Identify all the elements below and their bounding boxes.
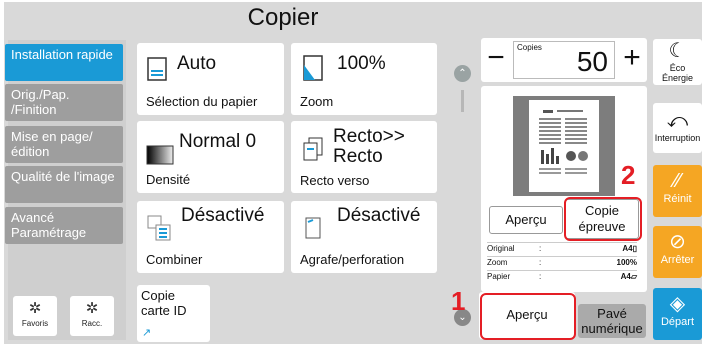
- zoom-value: 100%: [337, 53, 386, 74]
- energy-saver-button[interactable]: ☾ Éco Énergie: [653, 39, 702, 85]
- id-card-label: Copie carte ID: [141, 288, 187, 318]
- gear-icon: ✲: [28, 300, 42, 317]
- start-label: Départ: [660, 316, 695, 328]
- density-tile[interactable]: Normal 0 Densité: [137, 121, 284, 193]
- sidebar-item-avance-parametrage[interactable]: Avancé Paramétrage: [5, 207, 123, 244]
- sidebar-item-mise-en-page[interactable]: Mise en page/édition: [5, 126, 123, 163]
- copies-control: − Copies 50 +: [481, 38, 647, 82]
- combine-tile[interactable]: Désactivé Combiner: [137, 201, 284, 273]
- paper-value: Auto: [177, 53, 217, 74]
- duplex-icon: [303, 137, 323, 161]
- reset-button[interactable]: ⁄⁄ Réinit: [653, 165, 702, 217]
- moon-icon: ☾: [668, 40, 687, 62]
- start-icon: ◈: [669, 293, 686, 315]
- zoom-icon: [303, 55, 323, 81]
- staple-tile[interactable]: Désactivé Agrafe/perforation: [291, 201, 437, 273]
- reset-icon: ⁄⁄: [674, 170, 681, 192]
- info-key: Zoom: [487, 258, 508, 267]
- duplex-value: Recto>> Recto: [333, 126, 405, 167]
- reset-label: Réinit: [663, 193, 692, 205]
- shortcut-button[interactable]: ✲ Racc.: [70, 296, 114, 336]
- zoom-tile[interactable]: 100% Zoom: [291, 43, 437, 115]
- decrease-copies-button[interactable]: −: [481, 38, 511, 82]
- paper-selection-tile[interactable]: Auto Sélection du papier: [137, 43, 284, 115]
- info-value: A4▱: [620, 272, 637, 281]
- combine-value: Désactivé: [181, 205, 265, 226]
- sidebar-item-qualite-image[interactable]: Qualité de l'image: [5, 166, 123, 203]
- title-bar: Copier: [4, 2, 702, 38]
- shortcut-arrow-icon: ↗: [142, 327, 152, 339]
- callout-highlight-proof-copy: [564, 197, 642, 241]
- info-row-paper: Papier : A4▱: [487, 270, 637, 282]
- page-title: Copier: [247, 4, 319, 31]
- combine-label: Combiner: [146, 252, 203, 267]
- zoom-label: Zoom: [300, 94, 334, 109]
- paper-label: Sélection du papier: [146, 94, 258, 109]
- numeric-keypad-button[interactable]: Pavé numérique: [578, 304, 646, 338]
- duplex-label: Recto verso: [300, 173, 370, 188]
- callout-highlight-preview: [480, 293, 576, 340]
- preview-button[interactable]: Aperçu: [489, 206, 563, 234]
- copies-field[interactable]: Copies 50: [513, 41, 615, 79]
- id-card-copy-tile[interactable]: Copie carte ID ↗: [137, 285, 210, 342]
- paper-icon: [147, 57, 167, 81]
- info-value: 100%: [616, 258, 637, 267]
- info-separator: :: [539, 244, 542, 253]
- callout-number-two: 2: [621, 160, 636, 190]
- staple-value: Désactivé: [337, 205, 421, 226]
- info-row-original: Original : A4▯: [487, 242, 637, 254]
- density-value: Normal 0: [179, 131, 257, 152]
- stop-button[interactable]: ⊘ Arrêter: [653, 226, 702, 278]
- staple-label: Agrafe/perforation: [300, 252, 405, 267]
- increase-copies-button[interactable]: +: [617, 38, 647, 82]
- scrollbar-track[interactable]: [461, 90, 464, 112]
- info-value: A4▯: [622, 244, 637, 253]
- info-separator: :: [539, 272, 542, 281]
- start-button[interactable]: ◈ Départ: [653, 288, 702, 340]
- sidebar-item-installation-rapide[interactable]: Installation rapide: [5, 44, 123, 81]
- favorites-label: Favoris: [21, 319, 49, 328]
- interrupt-button[interactable]: ⤺ Interruption: [653, 103, 702, 153]
- duplex-tile[interactable]: Recto>> Recto Recto verso: [291, 121, 437, 193]
- density-label: Densité: [146, 172, 191, 187]
- info-row-zoom: Zoom : 100%: [487, 256, 637, 268]
- callout-number-one: 1: [451, 286, 466, 316]
- gear-icon: ✲: [85, 300, 99, 317]
- shortcut-label: Racc.: [81, 319, 103, 328]
- copies-value: 50: [576, 46, 608, 77]
- info-key: Original: [487, 244, 515, 253]
- favorites-button[interactable]: ✲ Favoris: [13, 296, 57, 336]
- info-key: Papier: [487, 272, 511, 281]
- staple-icon: [305, 217, 321, 239]
- combine-icon: [147, 215, 171, 241]
- stop-icon: ⊘: [669, 231, 686, 253]
- info-separator: :: [539, 258, 542, 267]
- copies-label: Copies: [517, 43, 542, 52]
- interrupt-icon: ⤺: [666, 110, 689, 132]
- scroll-up-button[interactable]: ⌃: [454, 65, 471, 82]
- stop-label: Arrêter: [660, 254, 695, 266]
- sidebar-item-orig-pap-finition[interactable]: Orig./Pap. /Finition: [5, 84, 123, 121]
- energy-saver-label: Éco Énergie: [661, 63, 694, 83]
- density-icon: [146, 145, 174, 165]
- document-preview-image: [529, 100, 599, 192]
- interrupt-label: Interruption: [654, 133, 701, 143]
